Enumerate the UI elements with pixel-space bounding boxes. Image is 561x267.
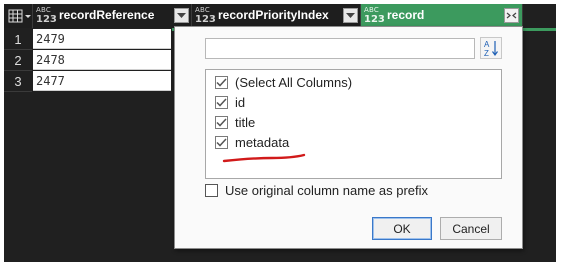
- expand-arrows-icon: [506, 12, 517, 19]
- expand-column-dialog: A Z (Select All Columns) id title metada…: [174, 26, 523, 249]
- cancel-button[interactable]: Cancel: [440, 217, 502, 240]
- prefix-checkbox[interactable]: [205, 183, 218, 197]
- data-grid: ABC 123 recordReference ABC 123 recordPr…: [4, 4, 556, 262]
- checkbox-label: metadata: [235, 134, 290, 150]
- search-columns-input[interactable]: [205, 38, 475, 59]
- type-any-icon[interactable]: ABC 123: [195, 6, 216, 25]
- row-number[interactable]: 3: [4, 71, 32, 92]
- app-frame: ABC 123 recordReference ABC 123 recordPr…: [0, 0, 561, 267]
- prefix-option[interactable]: Use original column name as prefix: [205, 182, 428, 198]
- column-name: recordReference: [59, 8, 155, 22]
- table-cell[interactable]: 2477: [33, 71, 171, 91]
- checkbox[interactable]: [215, 95, 228, 109]
- checkmark-icon: [216, 137, 227, 147]
- checkbox-label: title: [235, 114, 256, 130]
- ok-button[interactable]: OK: [372, 217, 432, 240]
- column-header-recordPriorityIndex[interactable]: ABC 123 recordPriorityIndex: [192, 4, 361, 28]
- table-cell[interactable]: 2478: [33, 50, 171, 70]
- type-any-icon[interactable]: ABC 123: [36, 6, 57, 25]
- row-number[interactable]: 2: [4, 50, 32, 71]
- checkmark-icon: [216, 117, 227, 127]
- expand-column-button[interactable]: [504, 8, 519, 23]
- checkbox[interactable]: [215, 135, 228, 149]
- checkbox[interactable]: [215, 115, 228, 129]
- column-header-record[interactable]: ABC 123 record: [361, 4, 523, 28]
- column-filter-button[interactable]: [174, 8, 189, 23]
- svg-text:Z: Z: [484, 49, 489, 58]
- column-name: recordPriorityIndex: [218, 8, 329, 22]
- column-checklist: (Select All Columns) id title metadata: [205, 69, 502, 179]
- prefix-label: Use original column name as prefix: [225, 182, 429, 198]
- checkbox-label: (Select All Columns): [235, 74, 353, 90]
- table-menu-icon[interactable]: [8, 9, 32, 23]
- sort-columns-button[interactable]: A Z: [480, 37, 502, 59]
- column-name: record: [387, 8, 425, 22]
- svg-text:A: A: [484, 40, 490, 49]
- list-item-id[interactable]: id: [215, 94, 245, 110]
- table-cell[interactable]: 2479: [33, 29, 171, 49]
- red-underline-annotation: [222, 153, 306, 163]
- list-item-metadata[interactable]: metadata: [215, 134, 289, 150]
- checkmark-icon: [216, 97, 227, 107]
- checkbox-label: id: [235, 94, 246, 110]
- column-filter-button[interactable]: [343, 8, 358, 23]
- checkbox[interactable]: [215, 75, 228, 89]
- header-filler: [523, 4, 556, 28]
- list-item-select-all[interactable]: (Select All Columns): [215, 74, 352, 90]
- type-any-icon[interactable]: ABC 123: [364, 6, 385, 25]
- chevron-down-icon: [346, 12, 355, 18]
- column-header-recordReference[interactable]: ABC 123 recordReference: [33, 4, 192, 28]
- row-number[interactable]: 1: [4, 29, 32, 50]
- checkmark-icon: [216, 77, 227, 87]
- chevron-down-icon: [177, 12, 186, 18]
- sort-az-icon: A Z: [484, 40, 498, 58]
- list-item-title[interactable]: title: [215, 114, 255, 130]
- grid-corner[interactable]: [4, 4, 33, 28]
